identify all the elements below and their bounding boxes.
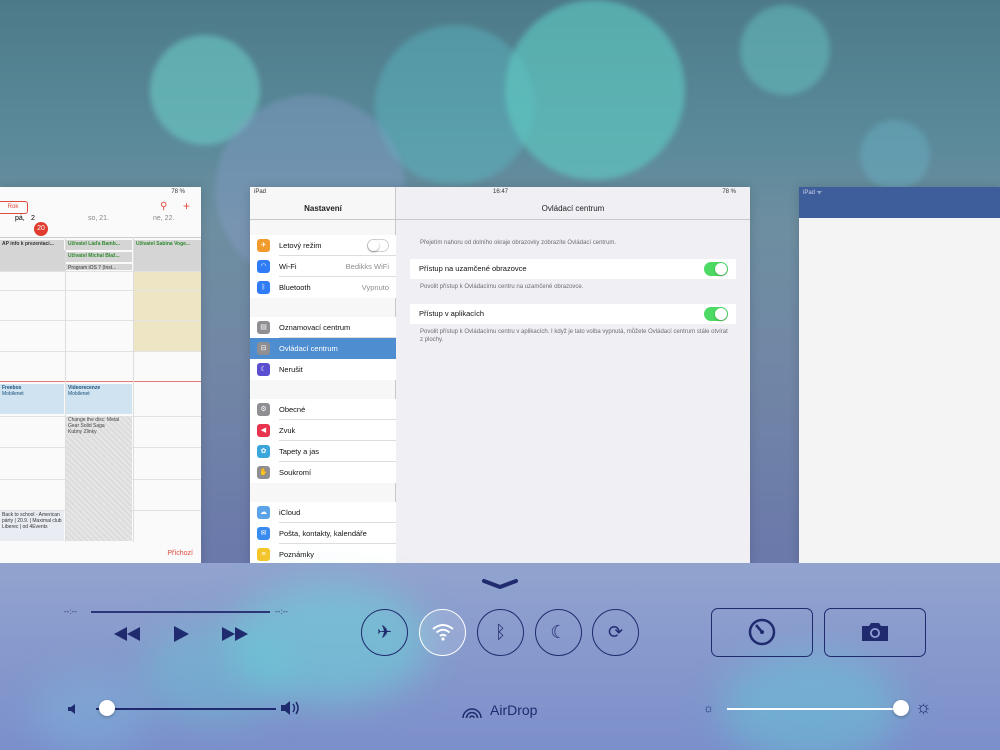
- status-bar: iPad ᯤ: [803, 190, 823, 196]
- flower-icon: ✿: [257, 445, 270, 458]
- bluetooth-icon: ᛒ: [257, 281, 270, 294]
- sidebar-item-sound[interactable]: ◀ Zvuk: [250, 420, 396, 441]
- timer-icon: [748, 618, 776, 646]
- day-prefix: 2: [31, 215, 35, 222]
- wallpaper-bokeh: [740, 5, 830, 95]
- in-app-access-desc: Povolit přístup k Ovládacímu centru v ap…: [420, 329, 728, 343]
- sidebar-item-airplane-mode[interactable]: ✈ Letový režim: [250, 235, 396, 256]
- sidebar-item-notification-center[interactable]: ▤ Oznamovací centrum: [250, 317, 396, 338]
- add-icon[interactable]: +: [183, 199, 190, 213]
- calendar-event[interactable]: Videorecenze Mobilenet: [66, 384, 132, 414]
- sidebar-item-notes[interactable]: ≡ Poznámky: [250, 544, 396, 563]
- speaker-icon: ◀: [257, 424, 270, 437]
- volume-high-icon: [281, 701, 299, 715]
- rewind-icon[interactable]: [113, 626, 141, 642]
- chevron-down-icon[interactable]: [482, 577, 518, 591]
- do-not-disturb-toggle[interactable]: ☾: [535, 609, 582, 656]
- control-center-icon: ⊟: [257, 342, 270, 355]
- hand-icon: ✋: [257, 466, 270, 479]
- fast-forward-icon[interactable]: [221, 626, 249, 642]
- wifi-icon: [431, 624, 454, 641]
- airdrop-icon: [462, 708, 482, 719]
- airplane-mode-switch[interactable]: [367, 239, 389, 252]
- allday-event[interactable]: Uživatel Láďa Bamb...: [66, 240, 132, 250]
- wallpaper-bokeh: [860, 120, 930, 190]
- volume-knob[interactable]: [98, 700, 115, 716]
- bluetooth-icon: ᛒ: [495, 622, 506, 642]
- camera-icon: [862, 623, 888, 641]
- wifi-icon: ◠: [257, 260, 270, 273]
- status-bar: 78 %: [171, 189, 185, 195]
- brightness-low-icon: ☼: [703, 701, 714, 715]
- sidebar-item-general[interactable]: ⚙ Obecné: [250, 399, 396, 420]
- camera-button[interactable]: [824, 608, 926, 657]
- elapsed-time: --:--: [64, 607, 77, 616]
- incoming-link[interactable]: Příchozí: [167, 550, 193, 557]
- calendar-event[interactable]: Freebox Mobilenet: [0, 384, 64, 414]
- wifi-toggle[interactable]: [419, 609, 466, 656]
- volume-low-icon: [68, 704, 75, 714]
- sidebar-item-bluetooth[interactable]: ᛒ Bluetooth Vypnuto: [250, 277, 396, 298]
- year-button[interactable]: Rok: [0, 201, 28, 214]
- rotation-lock-icon: ⟳: [607, 622, 624, 642]
- allday-event[interactable]: Uživatel Sabina Voge...: [134, 240, 201, 250]
- day-header: pá, 2 so, 21. ne, 22.: [0, 215, 201, 227]
- intro-text: Přejetím nahoru od dolního okraje obrazo…: [420, 240, 617, 246]
- rotation-lock-toggle[interactable]: ⟳: [592, 609, 639, 656]
- track-scrubber[interactable]: [91, 611, 270, 613]
- sidebar-title: Nastavení: [304, 204, 342, 213]
- gear-icon: ⚙: [257, 403, 270, 416]
- settings-app-card[interactable]: iPad 16:47 78 % Nastavení Ovládací centr…: [250, 187, 750, 563]
- allday-event[interactable]: Uživatel Michal Blaž...: [66, 252, 132, 262]
- airplane-icon: ✈: [257, 239, 270, 252]
- day-label: ne, 22.: [153, 215, 175, 222]
- sidebar-item-wifi[interactable]: ◠ Wi-Fi Bedikks WiFi: [250, 256, 396, 277]
- play-icon[interactable]: [172, 625, 190, 643]
- app-card[interactable]: iPad ᯤ: [799, 187, 1000, 563]
- lock-screen-access-row[interactable]: Přístup na uzamčené obrazovce: [410, 259, 736, 279]
- sidebar-item-icloud[interactable]: ☁ iCloud: [250, 502, 396, 523]
- brightness-slider[interactable]: [727, 708, 905, 710]
- brightness-high-icon: ☼: [915, 697, 932, 717]
- moon-icon: ☾: [550, 622, 567, 642]
- sidebar-item-mail[interactable]: ✉ Pošta, kontakty, kalendáře: [250, 523, 396, 544]
- status-bar: iPad 16:47 78 %: [254, 189, 736, 195]
- notes-icon: ≡: [257, 548, 270, 561]
- airplane-icon: ✈: [376, 622, 393, 642]
- allday-event[interactable]: Program iOS 7 (Inst...: [66, 264, 132, 270]
- bluetooth-toggle[interactable]: ᛒ: [477, 609, 524, 656]
- mail-icon: ✉: [257, 527, 270, 540]
- today-badge: 20: [34, 222, 48, 236]
- search-icon[interactable]: ⚲: [160, 201, 167, 212]
- calendar-event[interactable]: Change the disc: Metal Gear Solid Saga Ku…: [66, 416, 132, 541]
- notifications-icon: ▤: [257, 321, 270, 334]
- sidebar-item-control-center[interactable]: ⊟ Ovládací centrum: [250, 338, 396, 359]
- control-center: --:-- --:-- ✈ ᛒ ☾ ⟳ AirDrop ☼ ☼: [0, 563, 1000, 750]
- sidebar-item-wallpaper[interactable]: ✿ Tapety a jas: [250, 441, 396, 462]
- app-toolbar: iPad ᯤ: [799, 187, 1000, 218]
- timer-button[interactable]: [711, 608, 813, 657]
- in-app-access-switch[interactable]: [704, 307, 728, 321]
- calendar-event[interactable]: Back to school - American párty | 20.9. …: [0, 511, 64, 541]
- sidebar-item-privacy[interactable]: ✋ Soukromí: [250, 462, 396, 483]
- day-label: so, 21.: [88, 215, 110, 222]
- lock-screen-access-switch[interactable]: [704, 262, 728, 276]
- remaining-time: --:--: [275, 607, 288, 616]
- volume-slider[interactable]: [96, 708, 276, 710]
- cloud-icon: ☁: [257, 506, 270, 519]
- wallpaper-bokeh: [505, 0, 685, 180]
- airdrop-label: AirDrop: [490, 702, 538, 718]
- day-label: pá,: [15, 215, 25, 222]
- brightness-knob[interactable]: [893, 700, 910, 716]
- moon-icon: ☾: [257, 363, 270, 376]
- allday-event[interactable]: AP info k prezentaci...: [0, 240, 64, 250]
- sidebar-item-do-not-disturb[interactable]: ☾ Nerušit: [250, 359, 396, 380]
- in-app-access-row[interactable]: Přístup v aplikacích: [410, 304, 736, 324]
- airplane-mode-toggle[interactable]: ✈: [361, 609, 408, 656]
- calendar-app-card[interactable]: 78 % Rok ⚲ + pá, 2 so, 21. ne, 22. 20 AP…: [0, 187, 201, 563]
- page-title: Ovládací centrum: [541, 204, 605, 213]
- lock-screen-access-desc: Povolit přístup k Ovládacímu centru na u…: [420, 284, 584, 290]
